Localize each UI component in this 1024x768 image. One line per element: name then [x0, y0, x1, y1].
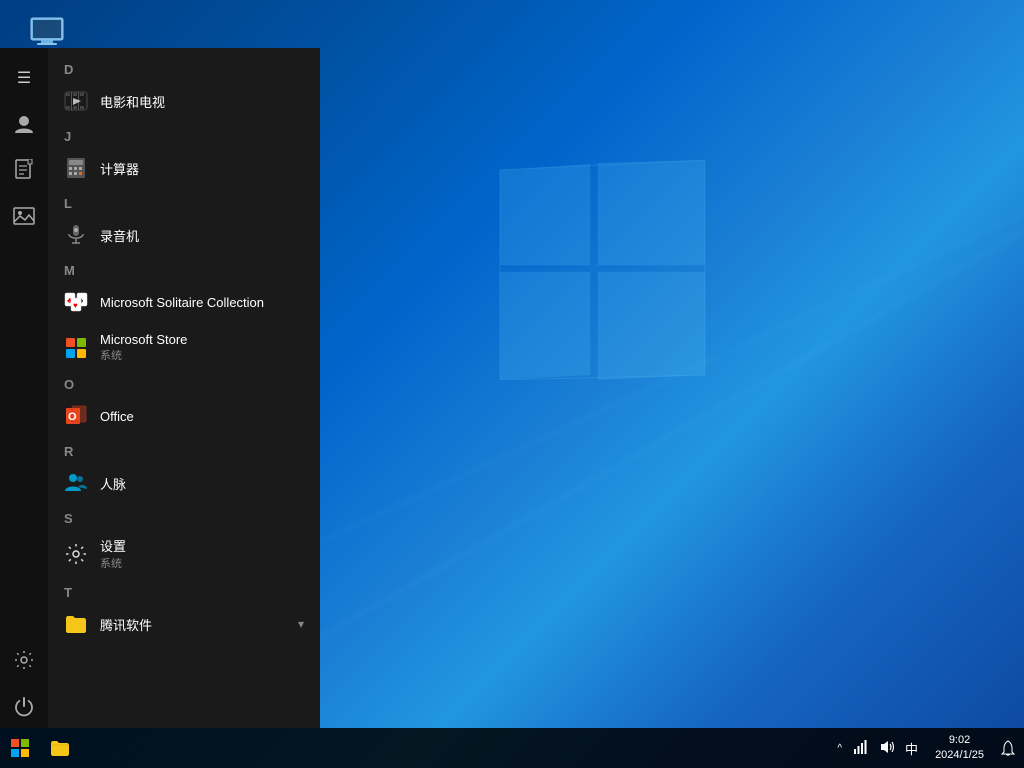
- app-info-settings: 设置 系统: [100, 536, 126, 571]
- app-name-calculator: 计算器: [100, 159, 139, 178]
- app-name-store: Microsoft Store: [100, 332, 187, 347]
- section-d: D: [48, 56, 320, 79]
- svg-text:♥: ♥: [73, 301, 78, 310]
- desktop: 此电脑 ☰: [0, 0, 1024, 768]
- this-pc-image: [27, 12, 67, 52]
- start-sidebar: ☰: [0, 48, 48, 728]
- app-item-settings[interactable]: 设置 系统: [48, 528, 320, 579]
- file-explorer-taskbar-button[interactable]: [40, 728, 80, 768]
- svg-text:O: O: [68, 411, 77, 423]
- settings-icon: [64, 542, 88, 566]
- office-icon: O: [64, 404, 88, 428]
- app-name-contacts: 人脉: [100, 474, 126, 493]
- app-item-tencent[interactable]: 腾讯软件 ▾: [48, 602, 320, 646]
- documents-button[interactable]: [0, 148, 48, 192]
- taskbar-clock[interactable]: 9:02 2024/1/25: [927, 728, 992, 768]
- app-name-tencent: 腾讯软件: [100, 615, 152, 634]
- film-icon: [64, 89, 88, 113]
- system-tray-icons: ^: [827, 737, 927, 760]
- section-m: M: [48, 257, 320, 280]
- taskbar-right: ^: [827, 728, 1024, 768]
- app-item-movies[interactable]: 电影和电视: [48, 79, 320, 123]
- app-subtitle-settings: 系统: [100, 555, 126, 571]
- expand-arrow: ▾: [298, 617, 304, 631]
- microphone-icon: [64, 223, 88, 247]
- power-button[interactable]: [0, 684, 48, 728]
- section-t: T: [48, 579, 320, 602]
- app-name-office: Office: [100, 409, 134, 424]
- app-info-calculator: 计算器: [100, 159, 139, 178]
- app-info-movies: 电影和电视: [100, 92, 165, 111]
- start-button[interactable]: [0, 728, 40, 768]
- volume-icon[interactable]: [876, 737, 898, 760]
- app-item-calculator[interactable]: 计算器: [48, 146, 320, 190]
- contacts-icon: [64, 471, 88, 495]
- solitaire-icon: ♣ ♠ ♥: [64, 290, 88, 314]
- app-item-store[interactable]: Microsoft Store 系统: [48, 324, 320, 371]
- app-info-office: Office: [100, 409, 134, 424]
- app-info-tencent: 腾讯软件: [100, 615, 152, 634]
- section-j: J: [48, 123, 320, 146]
- network-icon[interactable]: [850, 737, 872, 760]
- windows-logo-decoration: [490, 160, 710, 380]
- calculator-icon: [64, 156, 88, 180]
- store-icon: [64, 336, 88, 360]
- app-item-office[interactable]: O Office: [48, 394, 320, 438]
- start-menu: ☰: [0, 48, 320, 728]
- taskbar: ^: [0, 728, 1024, 768]
- app-info-contacts: 人脉: [100, 474, 126, 493]
- taskbar-date: 2024/1/25: [935, 748, 984, 763]
- app-item-recorder[interactable]: 录音机: [48, 213, 320, 257]
- section-o: O: [48, 371, 320, 394]
- ime-label[interactable]: 中: [902, 737, 921, 760]
- app-name-movies: 电影和电视: [100, 92, 165, 111]
- user-button[interactable]: [0, 102, 48, 146]
- settings-sidebar-button[interactable]: [0, 638, 48, 682]
- app-subtitle-store: 系统: [100, 347, 187, 363]
- app-name-settings: 设置: [100, 536, 126, 555]
- folder-icon: [64, 612, 88, 636]
- app-info-solitaire: Microsoft Solitaire Collection: [100, 295, 264, 310]
- photos-button[interactable]: [0, 194, 48, 238]
- section-s: S: [48, 505, 320, 528]
- app-info-store: Microsoft Store 系统: [100, 332, 187, 363]
- app-list: D: [48, 48, 320, 728]
- taskbar-time: 9:02: [949, 733, 970, 748]
- app-item-contacts[interactable]: 人脉: [48, 461, 320, 505]
- section-r: R: [48, 438, 320, 461]
- app-item-solitaire[interactable]: ♣ ♠ ♥ Microsoft Solitaire Collection: [48, 280, 320, 324]
- app-name-recorder: 录音机: [100, 226, 139, 245]
- show-hidden-icons-button[interactable]: ^: [833, 743, 846, 754]
- app-info-recorder: 录音机: [100, 226, 139, 245]
- app-name-solitaire: Microsoft Solitaire Collection: [100, 295, 264, 310]
- hamburger-menu-button[interactable]: ☰: [0, 56, 48, 100]
- section-l: L: [48, 190, 320, 213]
- notification-button[interactable]: [992, 728, 1024, 768]
